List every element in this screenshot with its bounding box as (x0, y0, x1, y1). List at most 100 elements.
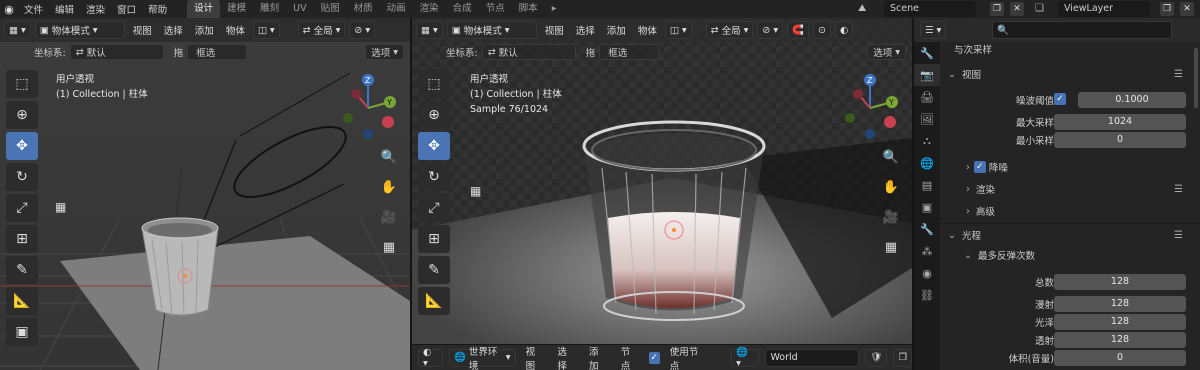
options-button[interactable]: 选项 ▾ (365, 44, 404, 60)
mode-selector[interactable]: ▣ 物体模式 ▾ (34, 21, 125, 39)
tool-tab-icon[interactable]: 🔧 (914, 42, 940, 64)
add-cube-tool[interactable]: ▣ (6, 318, 38, 346)
annotate-tool-right[interactable]: ✎ (418, 256, 450, 284)
menu-select-right[interactable]: 选择 (572, 23, 599, 37)
noise-threshold-field[interactable]: 0.1000 (1078, 92, 1186, 108)
world-tab-icon[interactable]: 🌐 (914, 152, 940, 174)
output-tab-icon[interactable]: 🖨 (914, 86, 940, 108)
coord-selector[interactable]: ⇄ 默认 (69, 44, 164, 60)
section-viewport-drag-icon[interactable]: ☰ (1174, 69, 1183, 80)
select-box-tool-right[interactable]: ⬚ (418, 70, 450, 98)
scene-icon[interactable]: ⛰ (858, 3, 866, 14)
workspace-tab-rendering[interactable]: 渲染 (413, 0, 446, 18)
menu-render[interactable]: 渲染 (80, 2, 111, 16)
use-nodes-checkbox[interactable]: ✓ (648, 351, 660, 364)
transform-orientation-selector[interactable]: ⇄ 全局 ▾ (297, 21, 346, 39)
properties-scrollbar[interactable] (1194, 48, 1198, 108)
menu-window[interactable]: 窗口 (111, 2, 142, 16)
pivot-point-button-right[interactable]: ⊘ ▾ (757, 21, 784, 39)
menu-file[interactable]: 文件 (18, 2, 49, 16)
editor-type-button-right[interactable]: ▦ ▾ (416, 21, 443, 39)
view-layer-selector[interactable]: ViewLayer (1058, 1, 1150, 17)
left-viewport[interactable]: ▦ ▾ ▣ 物体模式 ▾ 视图 选择 添加 物体 ◫ ▾ ⇄ 全局 ▾ ⊘ ▾ … (0, 18, 410, 370)
menu-view[interactable]: 视图 (129, 23, 156, 37)
camera-icon[interactable]: 🎥 (378, 206, 400, 228)
snap-toggle-icon[interactable]: 🧲 (787, 21, 809, 39)
shader-editor-type-button[interactable]: ◐ ▾ (418, 347, 443, 369)
right-viewport[interactable]: ▦ ▾ ▣ 物体模式 ▾ 视图 选择 添加 物体 ◫ ▾ ⇄ 全局 ▾ ⊘ ▾ … (412, 18, 912, 370)
workspace-tab-texture[interactable]: 贴图 (314, 0, 347, 18)
transform-orientation-selector-right[interactable]: ⇄ 全局 ▾ (705, 21, 754, 39)
section-render-drag-icon[interactable]: ☰ (1174, 184, 1183, 195)
fake-user-icon[interactable]: 🛡 (865, 348, 888, 367)
physics-tab-icon[interactable]: ◉ (914, 262, 940, 284)
drag-selector-right[interactable]: 框选 (599, 44, 660, 60)
move-tool[interactable]: ✥ (6, 132, 38, 160)
properties-editor-type-button[interactable]: ☰ ▾ (920, 21, 947, 39)
menu-add-right[interactable]: 添加 (603, 23, 630, 37)
delete-view-layer-icon[interactable]: ✕ (1180, 2, 1194, 16)
modifier-tab-icon[interactable]: 🔧 (914, 218, 940, 240)
workspace-tab-animation[interactable]: 动画 (380, 0, 413, 18)
measure-tool-right[interactable]: 📐 (418, 287, 450, 315)
view-layer-icon[interactable]: ❏ (1035, 3, 1044, 14)
collection-tab-icon[interactable]: ▤ (914, 174, 940, 196)
zoom-icon[interactable]: 🔍 (378, 146, 400, 168)
render-tab-icon[interactable]: 📷 (914, 64, 940, 86)
constraints-tab-icon[interactable]: ⛓ (914, 284, 940, 306)
section-denoise[interactable]: › ✓ 降噪 (966, 158, 1200, 176)
world-env-selector[interactable]: 🌐 世界环境 ▾ (449, 347, 516, 370)
menu-select[interactable]: 选择 (160, 23, 187, 37)
scene-tab-icon[interactable]: ⛬ (914, 130, 940, 152)
navigation-gizmo[interactable]: Z Y (338, 70, 398, 146)
zoom-icon-right[interactable]: 🔍 (880, 146, 902, 168)
transform-tool-right[interactable]: ⊞ (418, 225, 450, 253)
menu-edit[interactable]: 编辑 (49, 2, 80, 16)
min-samples-field[interactable]: 0 (1054, 132, 1186, 148)
menu-help[interactable]: 帮助 (142, 2, 173, 16)
pan-hand-icon[interactable]: ✋ (378, 176, 400, 198)
select-box-tool[interactable]: ⬚ (6, 70, 38, 98)
denoise-checkbox[interactable]: ✓ (973, 161, 986, 173)
rotate-tool-right[interactable]: ↻ (418, 163, 450, 191)
world-name-field[interactable]: World (765, 348, 860, 367)
total-bounces-field[interactable]: 128 (1054, 274, 1186, 290)
scale-tool[interactable]: ⤢ (6, 194, 38, 222)
section-light-paths[interactable]: ⌄ 光程 ☰ (948, 226, 1200, 244)
new-view-layer-icon[interactable]: ❐ (1160, 2, 1174, 16)
pan-hand-icon-right[interactable]: ✋ (880, 176, 902, 198)
workspace-tab-modeling[interactable]: 建模 (220, 0, 253, 18)
workspace-tab-sculpting[interactable]: 雕刻 (253, 0, 286, 18)
options-button-right[interactable]: 选项 ▾ (867, 44, 906, 60)
proportional-edit-icon[interactable]: ⊙ (812, 21, 831, 39)
overlay-icon[interactable]: ◐ (834, 21, 854, 39)
node-menu-add[interactable]: 添加 (585, 344, 611, 370)
max-samples-field[interactable]: 1024 (1054, 114, 1186, 130)
transform-tool[interactable]: ⊞ (6, 225, 38, 253)
drag-selector[interactable]: 框选 (187, 44, 248, 60)
annotate-tool[interactable]: ✎ (6, 256, 38, 284)
mode-selector-right[interactable]: ▣ 物体模式 ▾ (446, 21, 537, 39)
menu-add[interactable]: 添加 (191, 23, 218, 37)
snap-mode-button[interactable]: ◫ ▾ (252, 21, 280, 39)
checker-icon-right[interactable]: ▦ (470, 184, 481, 198)
menu-object-right[interactable]: 物体 (634, 23, 661, 37)
section-viewport[interactable]: ⌄ 视图 ☰ (948, 65, 1200, 83)
blender-logo-icon[interactable]: ◉ (0, 0, 18, 18)
duplicate-world-icon[interactable]: ❐ (893, 348, 912, 367)
workspace-tab-scripting[interactable]: 脚本 (512, 0, 545, 18)
glossy-bounces-field[interactable]: 128 (1054, 314, 1186, 330)
workspace-tab-layout[interactable]: 设计 (187, 0, 221, 18)
world-browse-icon[interactable]: 🌐 ▾ (731, 347, 760, 369)
workspace-tab-more[interactable]: ▸ (545, 0, 564, 18)
particles-tab-icon[interactable]: ⁂ (914, 240, 940, 262)
section-advanced[interactable]: › 高级 (966, 202, 1200, 220)
coord-selector-right[interactable]: ⇄ 默认 (481, 44, 576, 60)
diffuse-bounces-field[interactable]: 128 (1054, 296, 1186, 312)
measure-tool[interactable]: 📐 (6, 287, 38, 315)
workspace-tab-material[interactable]: 材质 (347, 0, 380, 18)
editor-type-button[interactable]: ▦ ▾ (4, 21, 31, 39)
properties-search-input[interactable]: 🔍 (992, 21, 1173, 39)
new-scene-icon[interactable]: ❐ (990, 2, 1004, 16)
node-menu-select[interactable]: 选择 (553, 344, 579, 370)
